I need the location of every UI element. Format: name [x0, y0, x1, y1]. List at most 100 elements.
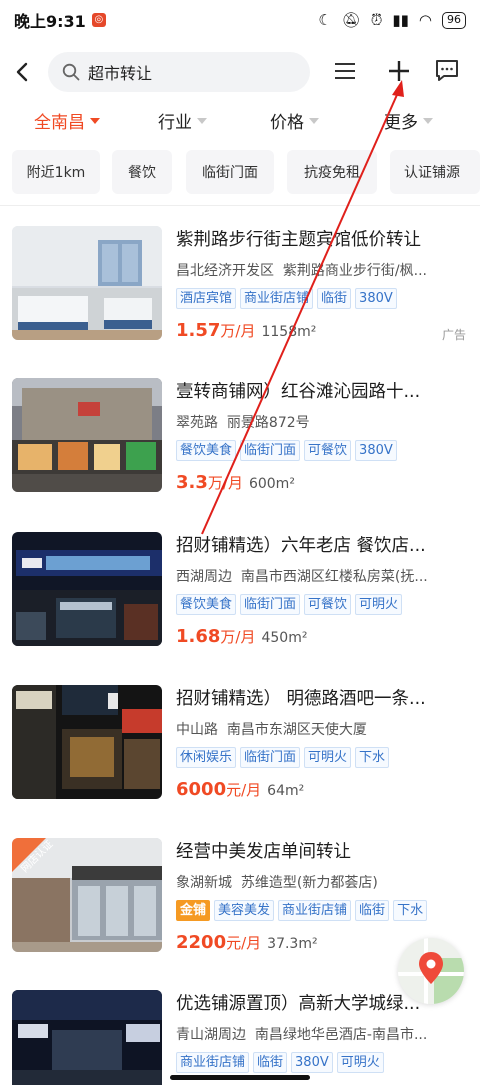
listing-location: 翠苑路 丽景路872号 — [176, 412, 468, 432]
price-unit: 万/月 — [207, 474, 243, 492]
listing-tag: 可餐饮 — [304, 440, 352, 461]
listing-card[interactable]: 优选铺源置顶）高新大学城绿... 青山湖周边 南昌绿地华邑酒店-南昌市... 商… — [0, 990, 480, 1085]
listing-tag: 临街 — [253, 1052, 288, 1073]
listing-tag: 临街门面 — [240, 594, 301, 615]
search-query: 超市转让 — [88, 64, 153, 83]
listing-location: 昌北经济开发区 紫荆路商业步行街/枫... — [176, 260, 468, 280]
listing-photo — [12, 532, 162, 646]
listing-address: 南昌绿地华邑酒店-南昌市... — [254, 1027, 428, 1043]
listing-card[interactable]: 壹转商铺网）红谷滩沁园路十... 翠苑路 丽景路872号 餐饮美食 临街门面 可… — [0, 378, 480, 528]
listing-card[interactable]: 招财铺精选）六年老店 餐饮店... 西湖周边 南昌市西湖区红楼私房菜(抚... … — [0, 532, 480, 682]
listing-tag: 商业街店铺 — [240, 288, 314, 309]
chip-certified[interactable]: 认证铺源 — [390, 150, 480, 194]
chip-nearby[interactable]: 附近1km — [12, 150, 100, 194]
back-button[interactable] — [4, 54, 40, 90]
price-value: 6000 — [176, 779, 227, 800]
back-arrow-icon — [16, 62, 28, 82]
search-header: 超市转让 — [0, 46, 480, 98]
listing-price: 1.57万/月 1158m² — [176, 320, 316, 341]
listing-tag: 美容美发 — [214, 900, 275, 921]
map-view-button[interactable] — [398, 938, 464, 1004]
filter-region-label: 全南昌 — [34, 113, 85, 133]
listing-price: 1.68万/月 450m² — [176, 626, 307, 647]
add-button[interactable] — [382, 54, 416, 88]
signal-icon: ▮▮ — [392, 11, 409, 29]
chip-food[interactable]: 餐饮 — [112, 150, 172, 194]
filter-region[interactable]: 全南昌 — [34, 108, 100, 133]
listing-tag: 下水 — [393, 900, 428, 921]
listing-district: 西湖周边 — [176, 569, 232, 585]
listing-tag: 下水 — [355, 747, 390, 768]
quick-filter-chips: 附近1km 餐饮 临街门面 抗疫免租 认证铺源 — [0, 150, 480, 194]
listing-title: 紫荆路步行街主题宾馆低价转让 — [176, 230, 421, 250]
chip-street-front[interactable]: 临街门面 — [186, 150, 274, 194]
filter-price[interactable]: 价格 — [270, 108, 319, 133]
listing-price: 3.3万/月 600m² — [176, 472, 295, 493]
home-indicator — [170, 1075, 310, 1080]
price-unit: 万/月 — [220, 322, 256, 340]
ad-label: 广告 — [441, 328, 466, 342]
listing-area: 37.3m² — [267, 936, 318, 952]
listing-address: 南昌市东湖区天使大厦 — [226, 722, 367, 738]
listing-area: 64m² — [267, 783, 305, 799]
filter-more[interactable]: 更多 — [384, 108, 433, 133]
listing-photo — [12, 226, 162, 340]
listing-address: 南昌市西湖区红楼私房菜(抚... — [240, 569, 428, 585]
listing-area: 450m² — [261, 630, 308, 646]
listing-address: 紫荆路商业步行街/枫... — [282, 263, 427, 279]
listing-tag: 休闲娱乐 — [176, 747, 237, 768]
listing-tags: 商业街店铺 临街 380V 可明火 — [176, 1052, 476, 1073]
listing-card[interactable]: 招财铺精选） 明德路酒吧一条... 中山路 南昌市东湖区天使大厦 休闲娱乐 临街… — [0, 685, 480, 835]
listing-area: 1158m² — [261, 324, 317, 340]
alarm-icon: ⏰︎ — [370, 11, 383, 29]
search-input[interactable]: 超市转让 — [48, 52, 310, 92]
listing-tag: 可明火 — [355, 594, 403, 615]
caret-down-icon — [309, 117, 319, 124]
listing-area: 600m² — [248, 476, 295, 492]
listing-photo — [12, 685, 162, 799]
list-view-icon — [335, 63, 355, 79]
price-unit: 元/月 — [226, 934, 262, 952]
message-button[interactable] — [430, 54, 464, 88]
list-view-button[interactable] — [328, 54, 362, 88]
listing-tag: 380V — [355, 288, 397, 309]
caret-down-icon — [423, 117, 433, 124]
listing-tag: 临街 — [355, 900, 390, 921]
listing-location: 西湖周边 南昌市西湖区红楼私房菜(抚... — [176, 566, 468, 586]
listing-district: 昌北经济开发区 — [176, 263, 274, 279]
listing-tags: 餐饮美食 临街门面 可餐饮 可明火 — [176, 594, 476, 615]
filter-bar: 全南昌 行业 价格 更多 — [0, 102, 480, 138]
listing-tag: 380V — [291, 1052, 333, 1073]
listing-photo — [12, 990, 162, 1085]
gold-shop-badge: 金铺 — [176, 900, 211, 921]
listing-tag: 可明火 — [304, 747, 352, 768]
search-icon — [62, 63, 80, 81]
notification-icon: ◎ — [91, 13, 106, 27]
price-value: 2200 — [176, 932, 227, 953]
listing-tag: 餐饮美食 — [176, 594, 237, 615]
listing-photo: 网店认证 — [12, 838, 162, 952]
mute-icon: 🔕︎ — [341, 11, 361, 29]
wifi-icon: ◠ — [418, 11, 432, 29]
divider — [0, 205, 480, 206]
listing-address: 苏维造型(新力都荟店) — [240, 875, 378, 891]
chip-rent-free[interactable]: 抗疫免租 — [287, 150, 377, 194]
status-icons: ☾ 🔕︎ ⏰︎ ▮▮ ◠ 96 — [318, 11, 466, 29]
filter-industry[interactable]: 行业 — [158, 108, 207, 133]
listing-tag: 可餐饮 — [304, 594, 352, 615]
listing-address: 丽景路872号 — [226, 415, 310, 431]
listing-tags: 餐饮美食 临街门面 可餐饮 380V — [176, 440, 476, 461]
listing-tags: 酒店宾馆 商业街店铺 临街 380V — [176, 288, 476, 309]
listing-tag: 商业街店铺 — [176, 1052, 250, 1073]
listing-location: 青山湖周边 南昌绿地华邑酒店-南昌市... — [176, 1024, 468, 1044]
listing-district: 中山路 — [176, 722, 218, 738]
filter-price-label: 价格 — [270, 113, 304, 133]
listing-tag: 酒店宾馆 — [176, 288, 237, 309]
caret-down-icon — [197, 117, 207, 124]
price-unit: 元/月 — [226, 781, 262, 799]
listing-title: 招财铺精选） 明德路酒吧一条... — [176, 689, 426, 709]
listing-photo — [12, 378, 162, 492]
plus-icon — [389, 61, 409, 81]
listing-card[interactable]: 紫荆路步行街主题宾馆低价转让 昌北经济开发区 紫荆路商业步行街/枫... 酒店宾… — [0, 226, 480, 376]
listing-tag: 临街 — [317, 288, 352, 309]
